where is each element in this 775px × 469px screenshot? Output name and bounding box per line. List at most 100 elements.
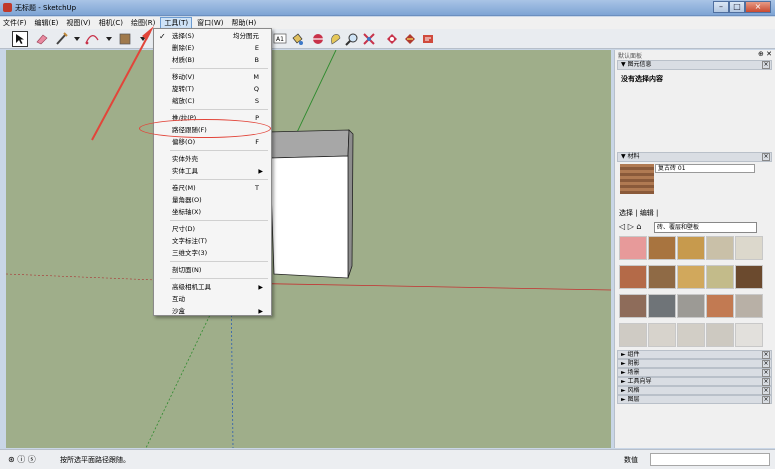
menu-item-label: 三维文字(3) <box>172 249 208 257</box>
menu-separator <box>170 220 268 221</box>
material-swatch[interactable] <box>677 323 705 347</box>
menu-item[interactable]: 互动 <box>154 294 271 305</box>
material-preview <box>620 164 654 194</box>
menu-item-shortcut: F <box>255 138 259 146</box>
material-swatch[interactable] <box>735 265 763 289</box>
menu-item[interactable]: 坐标轴(X) <box>154 207 271 218</box>
panel-close-icon[interactable]: × <box>762 153 770 161</box>
material-swatch[interactable] <box>735 236 763 260</box>
menu-item[interactable]: 偏移(O) F <box>154 137 271 148</box>
menu-item[interactable]: 高级相机工具 ▶ <box>154 282 271 293</box>
material-swatch[interactable] <box>648 294 676 318</box>
menu-separator <box>170 179 268 180</box>
material-swatch[interactable] <box>648 265 676 289</box>
menu-item-label: 缩放(C) <box>172 97 195 105</box>
menu-item[interactable]: 文字标注(T) <box>154 236 271 247</box>
materials-title: 材料 <box>627 153 640 160</box>
menu-item[interactable]: 量角器(O) <box>154 195 271 206</box>
menu-separator <box>170 68 268 69</box>
default-tray: 默认面板 ⊕ ✕ ▼ 图元信息 × 没有选择内容 ▼ 材料 × 复古砖 01 选择 … <box>614 50 775 448</box>
material-swatch[interactable] <box>706 236 734 260</box>
material-swatch[interactable] <box>648 236 676 260</box>
tab-edit[interactable]: 编辑 <box>640 209 654 217</box>
material-swatch[interactable] <box>619 236 647 260</box>
materials-header[interactable]: ▼ 材料 × <box>617 152 772 162</box>
menu-item-shortcut: Q <box>253 85 259 93</box>
entity-info-header[interactable]: ▼ 图元信息 × <box>617 60 772 70</box>
material-swatch[interactable] <box>706 323 734 347</box>
menu-item-shortcut: S <box>254 97 259 105</box>
panel-close-icon[interactable]: × <box>762 387 770 395</box>
menu-item-label: 实体工具 <box>172 167 198 175</box>
menu-item-label: 尺寸(D) <box>172 225 196 233</box>
material-swatch[interactable] <box>619 294 647 318</box>
materials-tabs: 选择 | 编辑 | <box>619 209 659 217</box>
material-swatch[interactable] <box>619 323 647 347</box>
tools-menu: ✓ 选择(S) 均分图元删除(E) E 材质(B) B 移动(V) M 旋转(T) Q 缩放(C) S… <box>153 28 272 316</box>
panel-close-icon[interactable]: × <box>762 369 770 377</box>
value-control-box[interactable] <box>650 453 770 466</box>
menu-item[interactable]: 尺寸(D) <box>154 224 271 235</box>
tray-panel-label: 场景 <box>627 369 640 376</box>
tab-select[interactable]: 选择 <box>619 209 633 217</box>
material-swatch[interactable] <box>706 265 734 289</box>
material-name-field[interactable]: 复古砖 01 <box>655 164 755 173</box>
menu-item-label: 剖切面(N) <box>172 266 202 274</box>
menu-item-shortcut: E <box>254 44 259 52</box>
panel-close-icon[interactable]: × <box>762 360 770 368</box>
highlight-ellipse <box>139 119 271 138</box>
material-swatch[interactable] <box>706 294 734 318</box>
tray-panel-header[interactable]: ► 风格 × <box>617 386 772 395</box>
panel-close-icon[interactable]: × <box>762 61 770 69</box>
menu-item[interactable]: 沙盒 ▶ <box>154 306 271 317</box>
panel-close-icon[interactable]: × <box>762 351 770 359</box>
status-bar: ⊛ ⓘ ⓢ 按所选平面路径跟随。 数值 <box>0 449 775 469</box>
tray-panel-header[interactable]: ► 组件 × <box>617 350 772 359</box>
menu-separator <box>170 150 268 151</box>
menu-item[interactable]: ✓ 选择(S) 均分图元 <box>154 31 271 42</box>
tray-pin-icon[interactable]: ⊕ ✕ <box>758 50 772 58</box>
tray-panel-label: 风格 <box>627 387 640 394</box>
tray-panel-header[interactable]: ► 图层 × <box>617 395 772 404</box>
nav-arrows-icon[interactable]: ◁ ▷ ⌂ <box>619 222 641 231</box>
menu-item[interactable]: 移动(V) M <box>154 72 271 83</box>
status-icons[interactable]: ⊛ ⓘ ⓢ <box>8 454 36 465</box>
tray-panel-label: 组件 <box>627 351 640 358</box>
panel-close-icon[interactable]: × <box>762 396 770 404</box>
menu-item-label: 删除(E) <box>172 44 195 52</box>
material-swatch[interactable] <box>677 236 705 260</box>
entity-info-text: 没有选择内容 <box>621 75 663 83</box>
material-swatch[interactable] <box>735 294 763 318</box>
menu-item-label: 沙盒 <box>172 307 185 315</box>
menu-item[interactable]: 实体外壳 <box>154 154 271 165</box>
tray-panel-header[interactable]: ► 场景 × <box>617 368 772 377</box>
menu-item[interactable]: 卷尺(M) T <box>154 183 271 194</box>
tray-panel-header[interactable]: ► 工具向导 × <box>617 377 772 386</box>
menu-item[interactable]: 剖切面(N) <box>154 265 271 276</box>
material-swatch[interactable] <box>735 323 763 347</box>
submenu-arrow-icon: ▶ <box>258 308 263 315</box>
menu-item[interactable]: 缩放(C) S <box>154 96 271 107</box>
menu-item-shortcut: B <box>254 56 259 64</box>
material-swatch[interactable] <box>677 265 705 289</box>
tray-panel-header[interactable]: ► 阴影 × <box>617 359 772 368</box>
menu-item[interactable]: 实体工具 ▶ <box>154 166 271 177</box>
tray-title: 默认面板 <box>618 53 643 60</box>
submenu-arrow-icon: ▶ <box>258 284 263 291</box>
menu-item-label: 实体外壳 <box>172 155 198 163</box>
menu-item[interactable]: 三维文字(3) <box>154 248 271 259</box>
menu-item-shortcut: 均分图元 <box>233 32 259 40</box>
menu-item[interactable]: 删除(E) E <box>154 43 271 54</box>
material-swatch[interactable] <box>648 323 676 347</box>
menu-item[interactable]: 旋转(T) Q <box>154 84 271 95</box>
panel-close-icon[interactable]: × <box>762 378 770 386</box>
menu-item[interactable]: 材质(B) B <box>154 55 271 66</box>
material-swatch[interactable] <box>619 265 647 289</box>
menu-item-label: 文字标注(T) <box>172 237 208 245</box>
menu-item-label: 移动(V) <box>172 73 195 81</box>
collection-select[interactable]: 砖、覆层和壁板 <box>654 222 757 233</box>
tray-panel-label: 工具向导 <box>627 378 652 385</box>
material-swatch[interactable] <box>677 294 705 318</box>
tray-panel-label: 阴影 <box>627 360 640 367</box>
menu-item-label: 量角器(O) <box>172 196 202 204</box>
